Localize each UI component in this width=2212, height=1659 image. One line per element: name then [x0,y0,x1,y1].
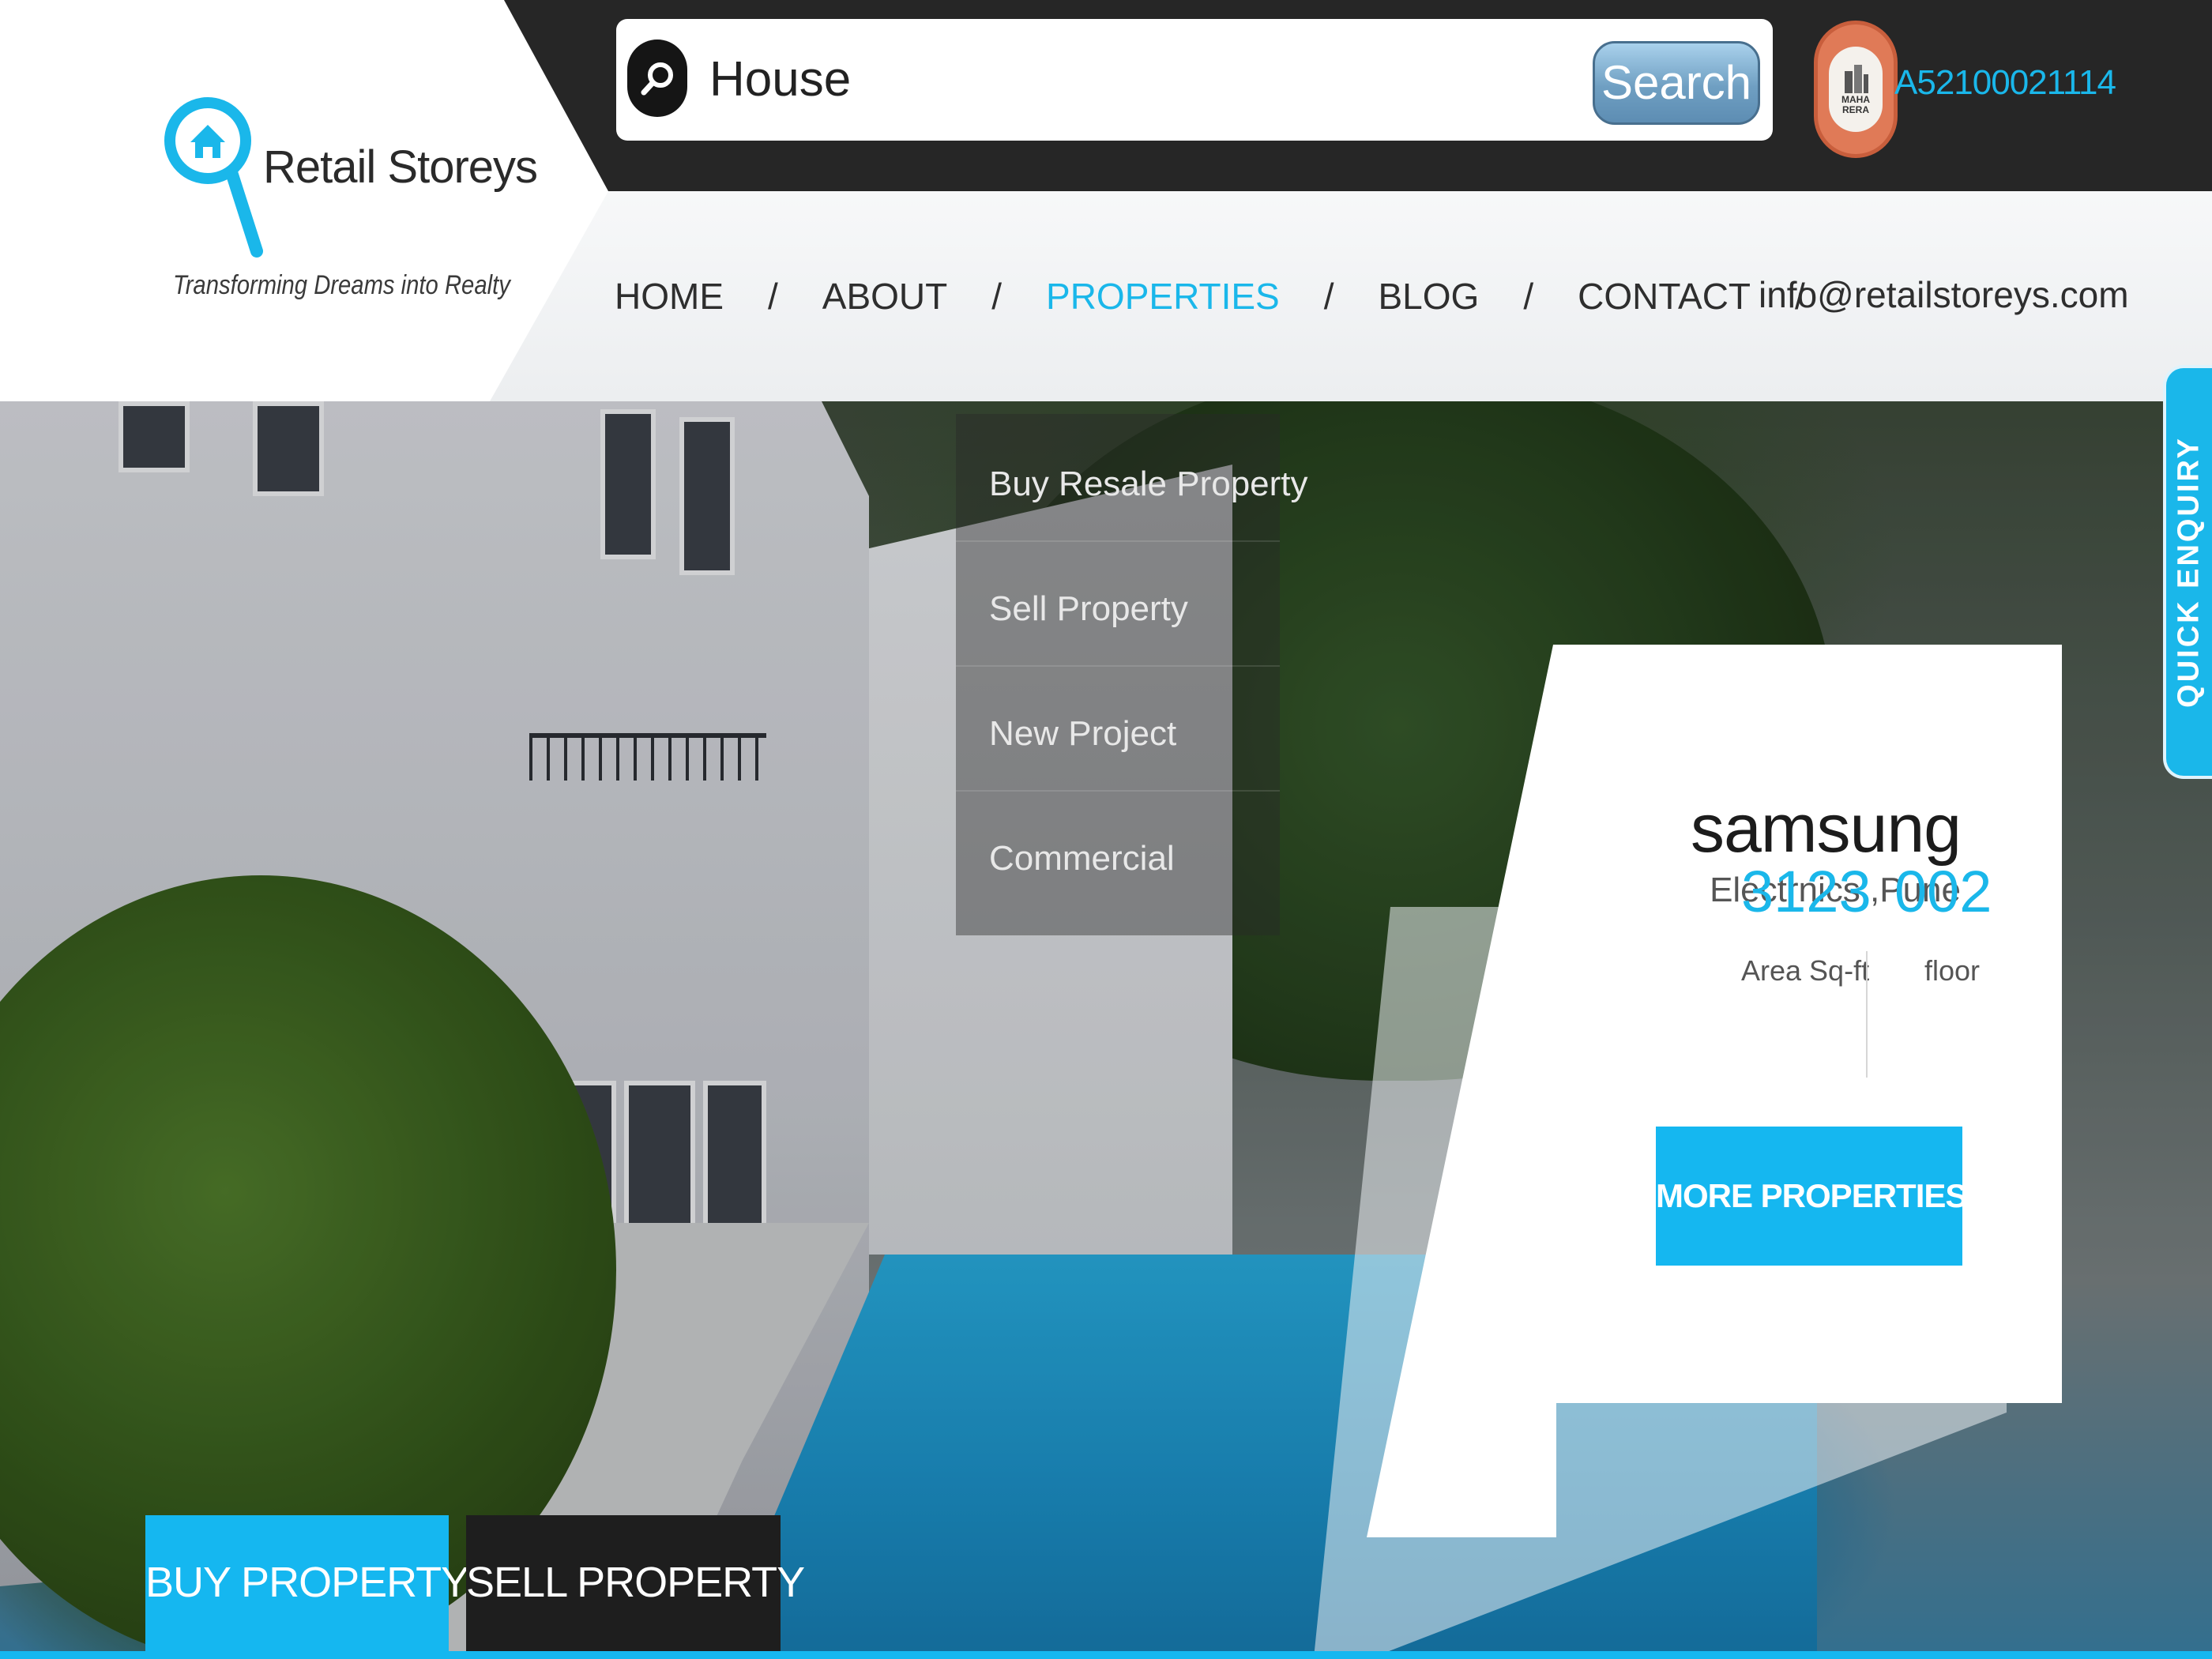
divider [956,540,1280,542]
menu-item-buy-resale[interactable]: Buy Resale Property [989,465,1308,504]
quick-enquiry-tab[interactable]: QUICK ENQUIRY [2163,365,2212,779]
menu-item-sell[interactable]: Sell Property [989,589,1188,629]
menu-item-new-project[interactable]: New Project [989,714,1176,754]
nav-home[interactable]: HOME [615,275,724,318]
properties-dropdown: Buy Resale Property Sell Property New Pr… [956,414,1308,935]
rera-badge: MAHA RERA [1814,21,1898,158]
hero-banner: Buy Resale Property Sell Property New Pr… [0,401,2212,1659]
floor-label: floor [1924,954,1981,987]
tab-sell-property[interactable]: SELL PROPERTY [466,1515,805,1659]
nav-separator: / [991,276,1003,317]
more-properties-button[interactable]: MORE PROPERTIES [1656,1127,1967,1266]
menu-item-commercial[interactable]: Commercial [989,839,1175,878]
magnifier-house-icon [164,97,263,258]
contact-email[interactable]: info@retailstoreys.com [1759,273,2129,316]
divider [956,790,1280,792]
property-title: samsung [1691,791,1962,867]
brand-name: Retail Storeys [263,141,538,193]
building-icon [1845,65,1868,93]
search-button[interactable]: Search [1593,41,1760,125]
rera-badge-text: MAHA RERA [1841,94,1870,115]
nav-separator: / [1323,276,1334,317]
nav-separator: / [768,276,778,317]
brand-tagline: Transforming Dreams into Realty [173,270,510,300]
stat-divider [1866,951,1868,1078]
quick-enquiry-label: QUICK ENQUIRY [2172,436,2206,708]
area-value: 3123 [1741,859,1872,924]
search-icon[interactable] [627,40,687,117]
logo[interactable]: Retail Storeys Transforming Dreams into … [162,63,538,316]
nav-properties[interactable]: PROPERTIES [1046,275,1280,318]
nav-contact[interactable]: CONTACT [1578,275,1751,318]
search-bar: Search [616,19,1773,141]
tab-buy-property[interactable]: BUY PROPERTY [145,1515,469,1659]
main-nav: HOME / ABOUT / PROPERTIES / BLOG / CONTA… [615,269,1849,324]
nav-separator: / [1523,276,1534,317]
nav-blog[interactable]: BLOG [1379,275,1480,318]
floor-value: 002 [1894,859,1992,924]
bottom-accent-strip [0,1651,2212,1659]
divider [956,665,1280,667]
rera-number[interactable]: A52100021114 [1894,63,2116,103]
search-input[interactable] [708,41,1387,117]
site-header: Retail Storeys Transforming Dreams into … [0,0,2212,401]
area-label: Area Sq-ft [1741,954,1870,987]
nav-about[interactable]: ABOUT [822,275,947,318]
